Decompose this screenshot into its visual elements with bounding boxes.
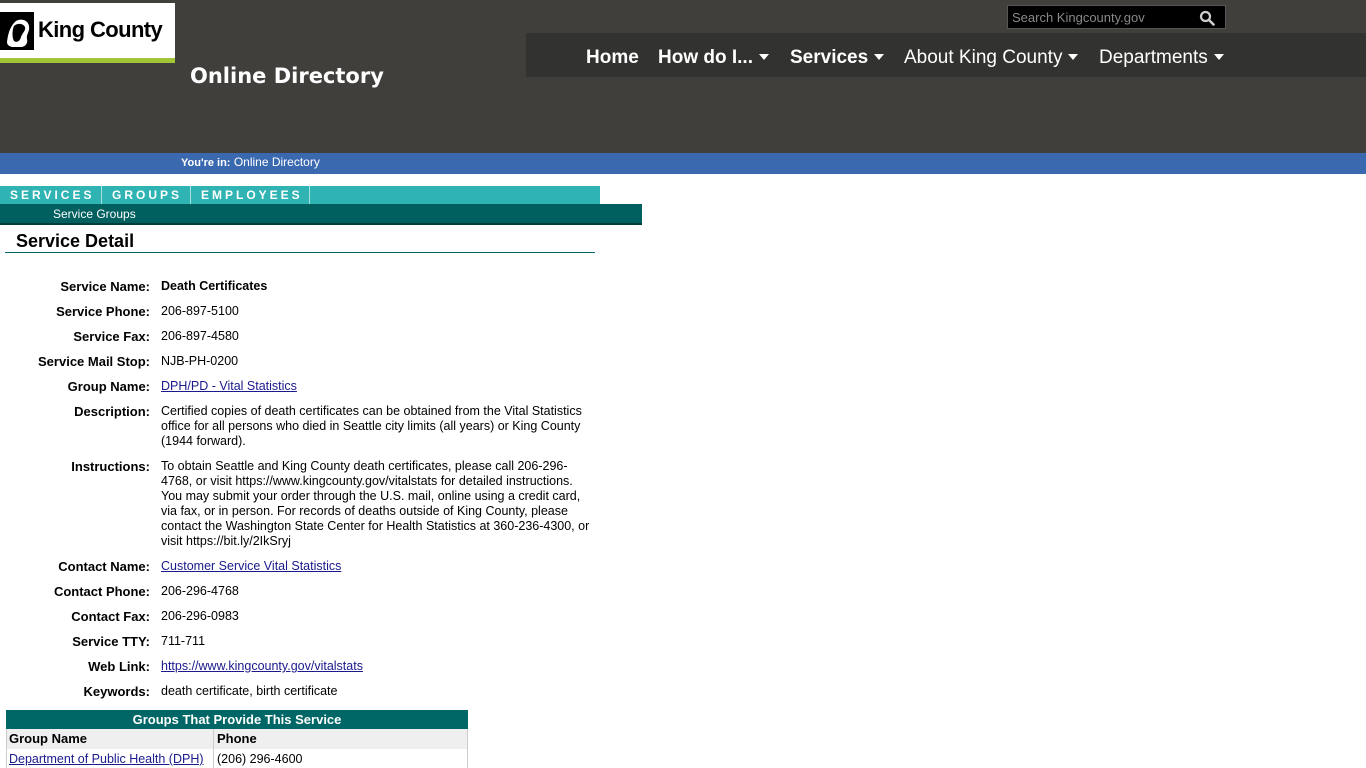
label-keywords: Keywords:: [83, 684, 150, 699]
label-web-link: Web Link:: [88, 659, 150, 674]
value-service-name: Death Certificates: [161, 279, 268, 293]
label-service-name: Service Name:: [60, 279, 150, 294]
breadcrumb-current[interactable]: Online Directory: [234, 155, 320, 169]
value-service-tty: 711-711: [161, 634, 206, 648]
label-contact-phone: Contact Phone:: [53, 584, 150, 599]
column-header-group-name: Group Name: [7, 729, 214, 749]
nav-home-label: Home: [586, 47, 639, 68]
tab-employees[interactable]: EMPLOYEES: [191, 186, 310, 205]
chevron-down-icon: [1068, 54, 1079, 60]
value-description: Certified copies of death certificates c…: [161, 404, 582, 448]
nav-about-king-county[interactable]: About King County: [904, 47, 1079, 69]
group-phone: (206) 296-4600: [217, 752, 303, 766]
label-group-name: Group Name:: [67, 379, 150, 394]
label-contact-fax: Contact Fax:: [71, 609, 150, 624]
value-contact-fax: 206-296-0983: [161, 609, 239, 623]
contact-name-link[interactable]: Customer Service Vital Statistics: [161, 559, 341, 573]
label-description: Description:: [74, 404, 150, 419]
nav-services[interactable]: Services: [790, 47, 885, 69]
search-box: [1007, 5, 1226, 29]
web-link[interactable]: https://www.kingcounty.gov/vitalstats: [161, 659, 363, 673]
column-header-phone: Phone: [217, 731, 257, 746]
chevron-down-icon: [759, 54, 769, 60]
group-link-dph[interactable]: Department of Public Health (DPH): [9, 752, 204, 766]
search-input[interactable]: [1008, 6, 1193, 28]
main-nav: Home How do I... Services About King Cou…: [526, 33, 1366, 77]
tab-groups[interactable]: GROUPS: [102, 186, 191, 205]
value-service-phone: 206-897-5100: [161, 304, 239, 318]
label-service-fax: Service Fax:: [73, 329, 150, 344]
mlk-silhouette-icon: [0, 12, 34, 50]
directory-tabs: SERVICES GROUPS EMPLOYEES: [0, 186, 600, 205]
value-service-mail-stop: NJB-PH-0200: [161, 354, 239, 368]
chevron-down-icon: [874, 54, 885, 60]
nav-departments-label: Departments: [1099, 47, 1208, 68]
king-county-logo[interactable]: King County: [0, 3, 175, 63]
label-instructions: Instructions:: [71, 459, 150, 474]
value-instructions: To obtain Seattle and King County death …: [161, 459, 590, 548]
subnav-bar: Service Groups: [0, 204, 642, 225]
value-contact-phone: 206-296-4768: [161, 584, 239, 598]
search-icon[interactable]: [1199, 10, 1215, 26]
breadcrumb-trail: You're in: Online Directory: [181, 155, 320, 169]
tab-services[interactable]: SERVICES: [0, 186, 102, 205]
nav-about-label: About King County: [904, 47, 1063, 68]
nav-home[interactable]: Home: [586, 47, 639, 69]
table-row: Department of Public Health (DPH) (206) …: [6, 749, 468, 768]
value-keywords: death certificate, birth certificate: [161, 684, 338, 698]
label-contact-name: Contact Name:: [58, 559, 150, 574]
subnav-service-groups[interactable]: Service Groups: [53, 207, 136, 221]
title-divider: [5, 252, 595, 253]
groups-table-title: Groups That Provide This Service: [6, 710, 468, 729]
label-service-mail-stop: Service Mail Stop:: [38, 354, 150, 369]
groups-table-header: Group Name Phone: [6, 729, 468, 749]
label-service-tty: Service TTY:: [72, 634, 150, 649]
breadcrumb: You're in: Online Directory: [0, 153, 1366, 174]
site-title: Online Directory: [190, 64, 384, 88]
page-title: Service Detail: [16, 231, 135, 251]
nav-departments[interactable]: Departments: [1099, 47, 1224, 69]
breadcrumb-prefix: You're in:: [181, 157, 231, 169]
nav-how-do-i-label: How do I...: [658, 47, 753, 68]
logo-text: King County: [38, 17, 163, 42]
groups-table: Groups That Provide This Service Group N…: [6, 710, 468, 768]
nav-services-label: Services: [790, 47, 869, 68]
value-service-fax: 206-897-4580: [161, 329, 239, 343]
label-service-phone: Service Phone:: [56, 304, 150, 319]
group-name-link[interactable]: DPH/PD - Vital Statistics: [161, 379, 297, 393]
nav-how-do-i[interactable]: How do I...: [658, 47, 769, 69]
site-header: King County Online Directory Home How do…: [0, 0, 1366, 153]
chevron-down-icon: [1213, 54, 1224, 60]
